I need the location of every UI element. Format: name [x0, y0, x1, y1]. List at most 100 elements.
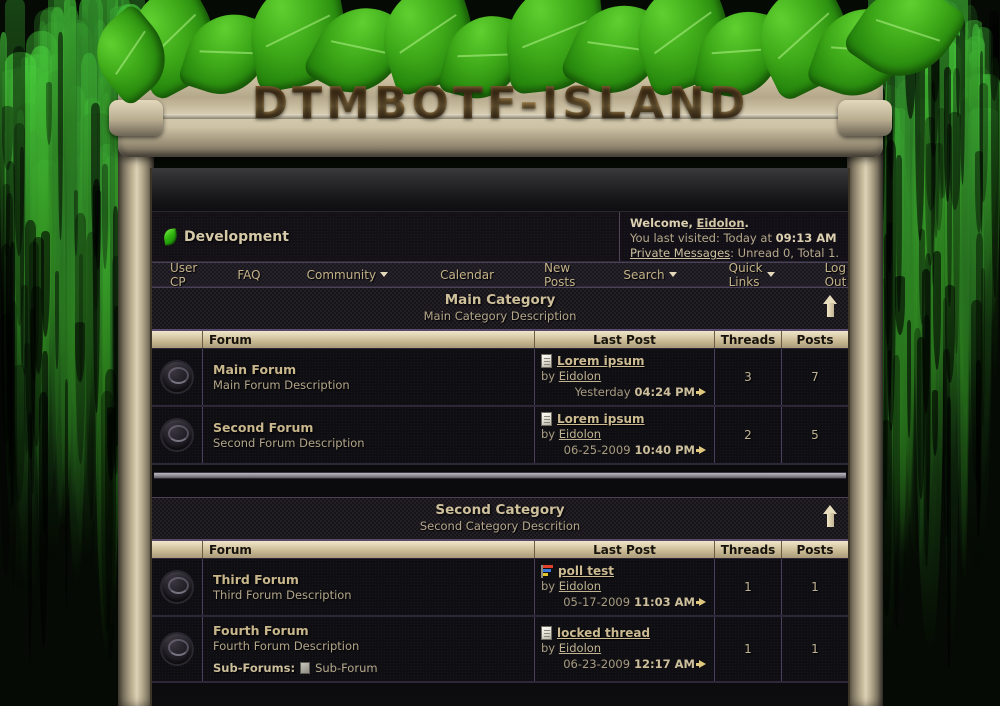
forum-status-cell [152, 559, 202, 615]
board-top-strip [152, 168, 848, 212]
welcome-username[interactable]: Eidolon [697, 216, 745, 230]
paper-icon [541, 412, 552, 426]
category-description: Main Category Description [423, 309, 577, 323]
nav-item-user-cp[interactable]: User CP [164, 261, 203, 289]
column-header-posts: Posts [781, 331, 848, 348]
welcome-greeting: Welcome, Eidolon. [630, 216, 842, 231]
last-post-by-label: by [541, 641, 556, 655]
column-header-lastpost: Last Post [534, 331, 714, 348]
forum-description: Main Forum Description [213, 377, 350, 392]
column-header-threads: Threads [714, 331, 781, 348]
column-header-forum: Forum [202, 331, 534, 348]
nav-item-calendar[interactable]: Calendar [434, 268, 500, 282]
forum-info-cell: Second Forum Second Forum Description [202, 407, 534, 463]
table-header-row: Forum Last Post Threads Posts [152, 329, 848, 349]
nav-item-faq[interactable]: FAQ [231, 268, 266, 282]
forum-name[interactable]: Second Forum [213, 420, 534, 436]
last-post-time: 04:24 PM [634, 385, 695, 399]
last-visit-label: You last visited: Today at [630, 231, 772, 245]
scroll-to-top-icon[interactable] [823, 505, 838, 527]
last-post-date: 06-25-2009 [563, 443, 631, 457]
forum-name[interactable]: Third Forum [213, 572, 534, 588]
nav-label: Search [623, 267, 665, 282]
nav-item-community[interactable]: Community [301, 268, 394, 282]
forum-orb-icon [162, 634, 192, 664]
last-post-time: 12:17 AM [634, 657, 695, 671]
thread-count: 3 [714, 349, 781, 405]
thread-count: 1 [714, 617, 781, 681]
goto-last-post-icon[interactable] [696, 660, 706, 668]
forum-info-cell: Third Forum Third Forum Description [202, 559, 534, 615]
table-row: Second Forum Second Forum Description Lo… [152, 407, 848, 465]
column-header-icon [152, 541, 202, 558]
private-messages-link[interactable]: Private Messages [630, 246, 730, 260]
nav-label: Quick Links [728, 260, 763, 289]
forum-status-cell [152, 617, 202, 681]
table-row: Third Forum Third Forum Description poll… [152, 559, 848, 617]
forum-info-cell: Main Forum Main Forum Description [202, 349, 534, 405]
post-count: 1 [781, 617, 848, 681]
nav-item-log-out[interactable]: Log Out [819, 261, 848, 289]
last-post-by-label: by [541, 579, 556, 593]
last-post-time: 11:03 AM [634, 595, 695, 609]
forum-description: Fourth Forum Description [213, 639, 360, 653]
forum-status-cell [152, 349, 202, 405]
nav-item-quick-links[interactable]: Quick Links [723, 261, 781, 289]
category-divider [152, 465, 848, 497]
subforum-icon [300, 662, 311, 674]
board-title-label: Development [184, 228, 289, 245]
last-post-date: 06-23-2009 [563, 657, 631, 671]
last-post-title[interactable]: Lorem ipsum [557, 354, 645, 368]
paper-icon [541, 354, 552, 368]
pillar-right [847, 120, 883, 706]
nav-item-search[interactable]: Search [617, 268, 682, 282]
forum-orb-icon [162, 420, 192, 450]
last-post-date: Yesterday [574, 385, 631, 399]
goto-last-post-icon[interactable] [696, 388, 706, 396]
last-post-cell: Lorem ipsum by Eidolon 06-25-2009 10:40 … [534, 407, 714, 463]
last-post-author[interactable]: Eidolon [559, 641, 601, 655]
chevron-down-icon [668, 272, 677, 277]
board-footer-pad [152, 683, 848, 697]
last-visit-line: You last visited: Today at 09:13 AM [630, 231, 842, 246]
chevron-down-icon [766, 272, 775, 277]
category-title[interactable]: Main Category [152, 292, 848, 309]
goto-last-post-icon[interactable] [696, 598, 706, 606]
last-post-author[interactable]: Eidolon [559, 369, 601, 383]
last-post-title[interactable]: Lorem ipsum [557, 412, 645, 426]
forum-orb-icon [162, 362, 192, 392]
private-messages-status: : Unread 0, Total 1. [730, 246, 840, 260]
last-post-cell: poll test by Eidolon 05-17-2009 11:03 AM [534, 559, 714, 615]
last-post-author[interactable]: Eidolon [559, 427, 601, 441]
forum-description: Third Forum Description [213, 587, 352, 602]
private-messages-line: Private Messages: Unread 0, Total 1. [630, 246, 842, 261]
post-count: 1 [781, 559, 848, 615]
welcome-prefix: Welcome, [630, 216, 693, 230]
leaf-icon [162, 227, 179, 246]
nav-label: Community [306, 267, 377, 282]
category-header: Second Category Second Category Descriti… [152, 497, 848, 539]
category-header: Main Category Main Category Description [152, 287, 848, 329]
last-post-date: 05-17-2009 [563, 595, 631, 609]
last-post-cell: Lorem ipsum by Eidolon Yesterday 04:24 P… [534, 349, 714, 405]
last-post-author[interactable]: Eidolon [559, 579, 601, 593]
column-header-icon [152, 331, 202, 348]
forum-orb-icon [162, 572, 192, 602]
category-title[interactable]: Second Category [152, 502, 848, 519]
forum-info-cell: Fourth Forum Fourth Forum Description Su… [202, 617, 534, 681]
scroll-to-top-icon[interactable] [823, 295, 838, 317]
subforum-name[interactable]: Sub-Forum [315, 661, 378, 675]
table-row: Main Forum Main Forum Description Lorem … [152, 349, 848, 407]
chevron-down-icon [380, 272, 389, 277]
column-header-threads: Threads [714, 541, 781, 558]
site-logo[interactable]: DTMBOTF-ISLAND [118, 78, 883, 129]
forum-status-cell [152, 407, 202, 463]
forum-name[interactable]: Main Forum [213, 362, 534, 378]
column-header-forum: Forum [202, 541, 534, 558]
last-post-title[interactable]: poll test [558, 564, 614, 578]
last-post-title[interactable]: locked thread [557, 626, 650, 640]
nav-item-new-posts[interactable]: New Posts [538, 261, 581, 289]
forum-name[interactable]: Fourth Forum [213, 623, 534, 639]
goto-last-post-icon[interactable] [696, 446, 706, 454]
table-header-row: Forum Last Post Threads Posts [152, 539, 848, 559]
